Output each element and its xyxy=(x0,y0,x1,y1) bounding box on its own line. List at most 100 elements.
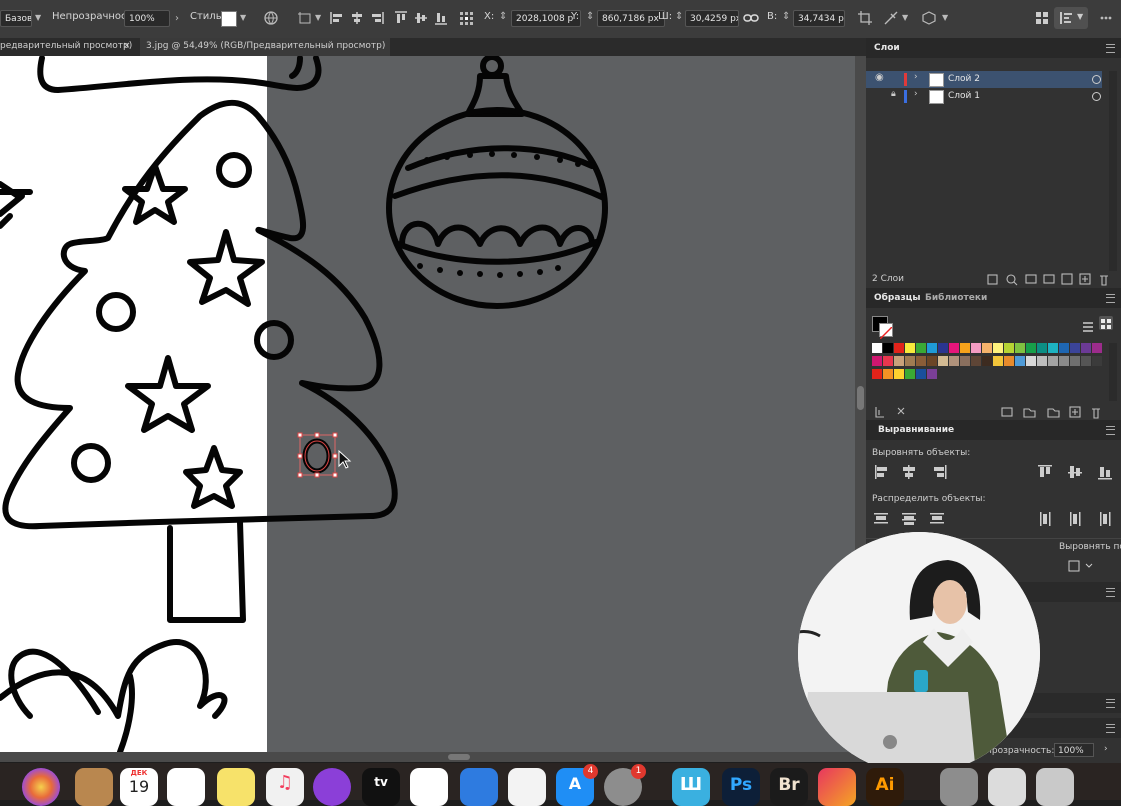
color-swatch[interactable] xyxy=(1015,356,1025,366)
tab-libraries[interactable]: Библиотеки xyxy=(925,293,987,303)
color-swatch[interactable] xyxy=(1026,343,1036,353)
color-swatch[interactable] xyxy=(982,343,992,353)
color-swatch[interactable] xyxy=(1026,356,1036,366)
color-swatch[interactable] xyxy=(1070,343,1080,353)
color-swatch[interactable] xyxy=(1081,343,1091,353)
color-swatch[interactable] xyxy=(894,356,904,366)
app-store-icon[interactable]: A 4 xyxy=(556,764,598,806)
color-swatch[interactable] xyxy=(1081,356,1091,366)
appletv-app-icon[interactable]: tv xyxy=(362,768,400,806)
bridge-app-icon[interactable]: Br xyxy=(770,768,808,806)
globe-icon[interactable] xyxy=(263,10,279,26)
arrange-documents-icon[interactable] xyxy=(1034,10,1050,26)
photos-app-icon[interactable] xyxy=(22,768,60,806)
color-swatch[interactable] xyxy=(916,369,926,379)
music-app-icon[interactable]: ♫ xyxy=(266,768,304,806)
distribute-objects-icons[interactable] xyxy=(872,510,1117,528)
horizontal-scrollbar[interactable] xyxy=(0,752,866,762)
swatches-scrollbar[interactable] xyxy=(1109,343,1117,401)
color-swatch[interactable] xyxy=(960,343,970,353)
stepper-icon[interactable]: ⇕ xyxy=(499,11,507,22)
align-middle-icon[interactable] xyxy=(413,10,429,26)
chevron-right-icon[interactable]: › xyxy=(175,13,179,24)
layer-name[interactable]: Слой 2 xyxy=(948,74,980,84)
color-swatch[interactable] xyxy=(883,343,893,353)
panel-menu-icon[interactable] xyxy=(1106,588,1115,597)
color-swatch[interactable] xyxy=(949,356,959,366)
color-swatch[interactable] xyxy=(993,343,1003,353)
color-swatch[interactable] xyxy=(938,356,948,366)
grid-view-icon[interactable] xyxy=(1099,316,1113,330)
color-swatch[interactable] xyxy=(1059,356,1069,366)
color-swatch[interactable] xyxy=(883,356,893,366)
panel-menu-icon[interactable] xyxy=(1106,294,1115,303)
color-swatch[interactable] xyxy=(982,356,992,366)
list-view-icon[interactable] xyxy=(1082,318,1094,337)
envelope-warp-icon[interactable] xyxy=(921,10,937,26)
more-options-icon[interactable] xyxy=(1098,10,1114,26)
color-swatch[interactable] xyxy=(1015,343,1025,353)
color-swatch[interactable] xyxy=(1037,343,1047,353)
photoshop-app-icon[interactable]: Ps xyxy=(722,768,760,806)
color-swatch[interactable] xyxy=(872,356,882,366)
color-swatch[interactable] xyxy=(1048,356,1058,366)
transform-icon[interactable] xyxy=(297,10,313,26)
align-objects-icons[interactable] xyxy=(872,463,1117,481)
chevron-down-icon[interactable]: ▼ xyxy=(240,13,246,22)
tab-preview[interactable]: редварительный просмотр) × xyxy=(0,38,140,56)
color-swatch[interactable] xyxy=(1004,343,1014,353)
scroll-thumb[interactable] xyxy=(857,386,864,410)
creative-cloud-icon[interactable] xyxy=(818,768,856,806)
transparency-opacity-input[interactable]: 100% xyxy=(1054,743,1094,757)
target-icon[interactable] xyxy=(1092,92,1101,101)
color-swatch[interactable] xyxy=(1070,356,1080,366)
align-top-icon[interactable] xyxy=(393,10,409,26)
target-icon[interactable] xyxy=(1092,75,1101,84)
color-swatch[interactable] xyxy=(916,356,926,366)
lock-icon[interactable]: 🔒︎ xyxy=(891,89,896,99)
expand-arrow-icon[interactable]: › xyxy=(914,72,918,82)
color-swatch[interactable] xyxy=(1037,356,1047,366)
color-swatch[interactable] xyxy=(960,356,970,366)
eye-icon[interactable]: ◉ xyxy=(875,72,884,83)
chevron-down-icon[interactable]: ▼ xyxy=(942,13,948,22)
system-preferences-icon[interactable]: 1 xyxy=(604,764,646,806)
align-to-select[interactable] xyxy=(1066,558,1096,574)
color-swatch[interactable] xyxy=(949,343,959,353)
calendar-app-icon[interactable]: ДЕК 19 xyxy=(120,768,158,806)
align-left-icon[interactable] xyxy=(329,10,345,26)
color-swatch[interactable] xyxy=(971,356,981,366)
color-swatch[interactable] xyxy=(894,369,904,379)
color-swatch[interactable] xyxy=(971,343,981,353)
color-swatch[interactable] xyxy=(905,369,915,379)
contacts-app-icon[interactable] xyxy=(75,768,113,806)
chevron-down-icon[interactable]: ▼ xyxy=(35,13,41,22)
numbers-app-icon[interactable] xyxy=(410,768,448,806)
workspace-switcher[interactable]: ▼ xyxy=(1054,7,1088,29)
layers-panel-title[interactable]: Слои xyxy=(874,43,900,53)
layer-row[interactable]: 🔒︎ › Слой 1 xyxy=(866,88,1106,105)
color-swatch[interactable] xyxy=(927,356,937,366)
align-right-icon[interactable] xyxy=(369,10,385,26)
stepper-icon[interactable]: ⇕ xyxy=(782,11,790,22)
illustrator-app-icon[interactable]: Ai xyxy=(866,768,904,806)
panel-menu-icon[interactable] xyxy=(1106,699,1115,708)
keynote-app-icon[interactable] xyxy=(460,768,498,806)
sh-app-icon[interactable]: Ш xyxy=(672,768,710,806)
scroll-thumb[interactable] xyxy=(448,754,470,760)
layers-scrollbar[interactable] xyxy=(1109,71,1117,271)
tab-3jpg[interactable]: 3.jpg @ 54,49% (RGB/Предварительный прос… xyxy=(140,38,390,56)
color-swatch[interactable] xyxy=(1092,343,1102,353)
panel-menu-icon[interactable] xyxy=(1106,724,1115,733)
close-icon[interactable]: × xyxy=(123,41,131,51)
color-swatch[interactable] xyxy=(1092,356,1102,366)
color-swatch[interactable] xyxy=(872,343,882,353)
stepper-icon[interactable]: ⇕ xyxy=(586,11,594,22)
chevron-down-icon[interactable]: ▼ xyxy=(315,13,321,22)
align-panel-title[interactable]: Выравнивание xyxy=(878,425,954,435)
w-input[interactable]: 30,4259 px xyxy=(685,10,739,27)
color-swatch[interactable] xyxy=(883,369,893,379)
podcasts-app-icon[interactable] xyxy=(313,768,351,806)
quicktime-app-icon[interactable] xyxy=(988,768,1026,806)
color-swatch[interactable] xyxy=(1059,343,1069,353)
